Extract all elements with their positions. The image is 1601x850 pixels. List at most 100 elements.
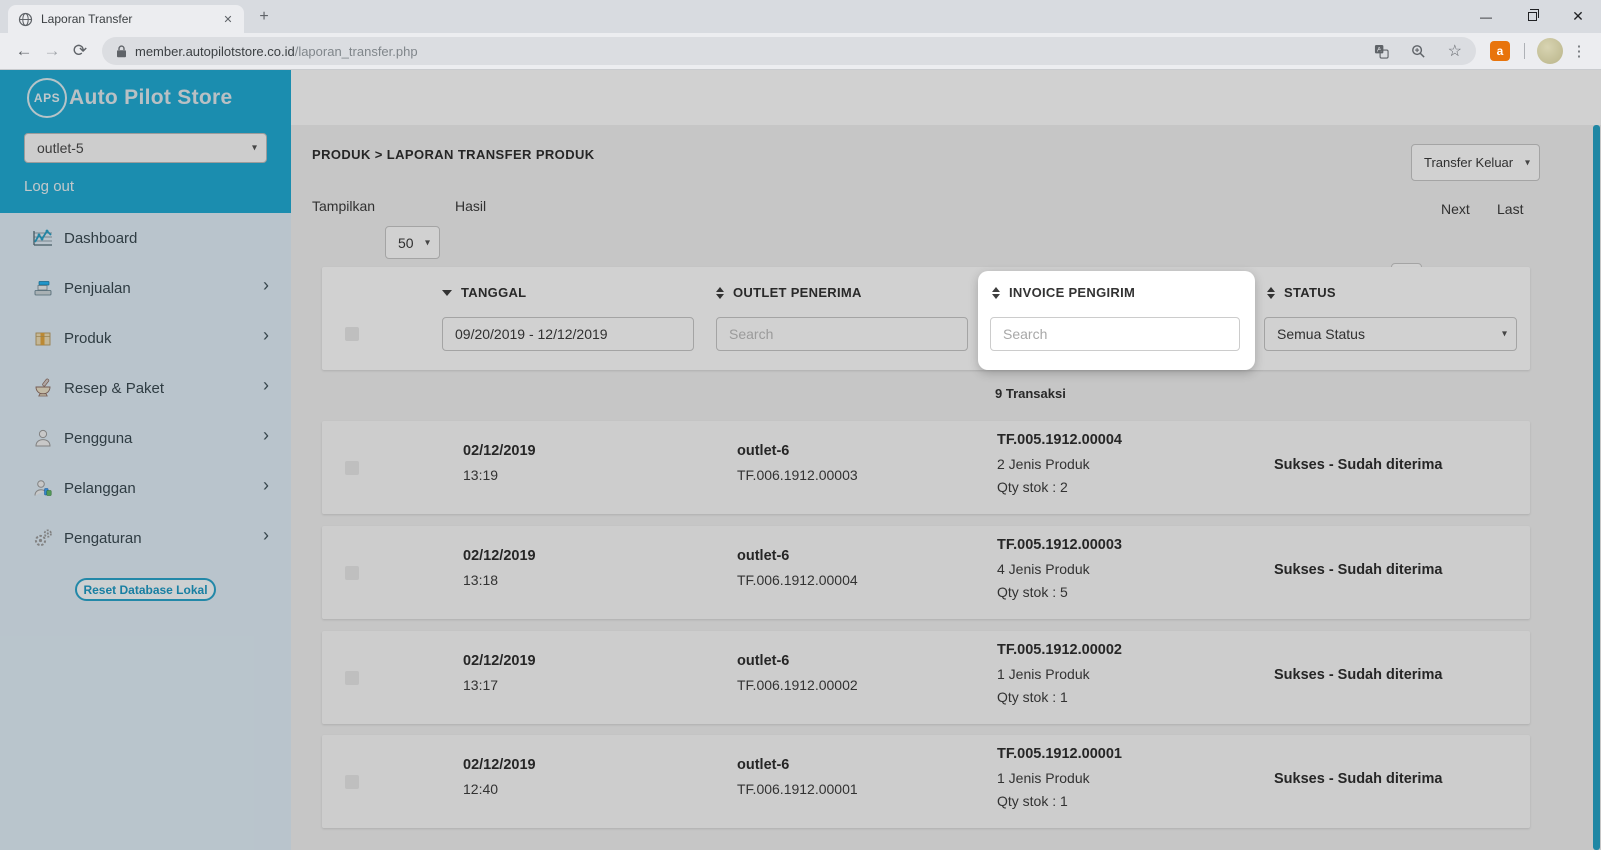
mortar-icon <box>30 375 56 401</box>
row-item-count: 4 Jenis Produk <box>997 561 1090 577</box>
sidebar-menu: Dashboard Penjualan › Produk › <box>0 213 291 563</box>
sidebar-item-label: Pelanggan <box>64 480 136 497</box>
table-row[interactable]: 02/12/2019 13:18 outlet-6 TF.006.1912.00… <box>322 526 1530 619</box>
translate-icon[interactable]: A <box>1374 44 1389 59</box>
status-filter-select[interactable]: Semua Status ▾ <box>1264 317 1517 351</box>
sidebar-item-resep-paket[interactable]: Resep & Paket › <box>0 363 291 413</box>
app-top-bar <box>291 70 1601 125</box>
table-row[interactable]: 02/12/2019 13:17 outlet-6 TF.006.1912.00… <box>322 631 1530 724</box>
outlet-select[interactable]: outlet-5 ▾ <box>24 133 267 163</box>
row-item-count: 1 Jenis Produk <box>997 770 1090 786</box>
dashboard-icon <box>30 225 56 251</box>
window-restore-button[interactable] <box>1509 0 1555 33</box>
sidebar-item-produk[interactable]: Produk › <box>0 313 291 363</box>
sidebar-item-pengaturan[interactable]: Pengaturan › <box>0 513 291 563</box>
sort-icon[interactable] <box>992 287 1000 299</box>
transfer-type-select[interactable]: Transfer Keluar ▾ <box>1411 144 1540 181</box>
bookmark-star-icon[interactable]: ☆ <box>1448 41 1462 61</box>
address-bar[interactable]: member.autopilotstore.co.id/laporan_tran… <box>102 37 1476 65</box>
sidebar-item-label: Penjualan <box>64 280 131 297</box>
browser-tab[interactable]: Laporan Transfer ✕ <box>8 5 244 33</box>
web-page: APS Auto Pilot Store outlet-5 ▾ Log out … <box>0 70 1601 850</box>
row-outlet: outlet-6 <box>737 653 789 669</box>
sidebar-item-label: Pengguna <box>64 430 132 447</box>
profile-avatar[interactable] <box>1537 38 1563 64</box>
row-qty: Qty stok : 5 <box>997 584 1068 600</box>
column-header-invoice-pengirim[interactable]: INVOICE PENGIRIM <box>992 285 1135 300</box>
row-time: 13:18 <box>463 572 498 588</box>
aps-logo: APS <box>27 78 67 118</box>
row-checkbox[interactable] <box>345 566 359 580</box>
browser-toolbar: ← → ⟳ member.autopilotstore.co.id/lapora… <box>0 33 1601 70</box>
column-header-status[interactable]: STATUS <box>1267 285 1336 300</box>
row-time: 12:40 <box>463 781 498 797</box>
row-outlet-invoice: TF.006.1912.00001 <box>737 781 858 797</box>
column-header-outlet-penerima[interactable]: OUTLET PENERIMA <box>716 285 862 300</box>
reload-button[interactable]: ⟳ <box>66 41 94 61</box>
window-close-button[interactable]: ✕ <box>1555 0 1601 33</box>
table-row[interactable]: 02/12/2019 12:40 outlet-6 TF.006.1912.00… <box>322 735 1530 828</box>
select-all-checkbox[interactable] <box>345 327 359 341</box>
url-text: member.autopilotstore.co.id/laporan_tran… <box>135 44 418 59</box>
customer-icon <box>30 475 56 501</box>
sort-icon[interactable] <box>1267 287 1275 299</box>
back-button[interactable]: ← <box>10 41 38 61</box>
chevron-right-icon: › <box>263 375 269 396</box>
row-checkbox[interactable] <box>345 461 359 475</box>
page-size-select[interactable]: 50 ▾ <box>385 226 440 259</box>
sidebar-item-label: Produk <box>64 330 112 347</box>
transaction-count: 9 Transaksi <box>995 386 1066 401</box>
row-outlet: outlet-6 <box>737 757 789 773</box>
chevron-right-icon: › <box>263 425 269 446</box>
main-content: PRODUK > LAPORAN TRANSFER PRODUK Transfe… <box>291 70 1601 850</box>
column-header-tanggal[interactable]: TANGGAL <box>442 285 526 300</box>
page-scrollbar[interactable] <box>1593 125 1600 850</box>
new-tab-button[interactable]: + <box>252 6 276 28</box>
forward-button[interactable]: → <box>38 41 66 61</box>
row-date: 02/12/2019 <box>463 548 536 564</box>
row-status: Sukses - Sudah diterima <box>1274 667 1442 683</box>
row-time: 13:19 <box>463 467 498 483</box>
extension-bag-icon[interactable]: a <box>1490 41 1510 61</box>
caret-down-icon: ▾ <box>252 143 257 154</box>
row-checkbox[interactable] <box>345 775 359 789</box>
reset-database-button[interactable]: Reset Database Lokal <box>75 578 216 601</box>
last-page-link[interactable]: Last <box>1497 201 1523 217</box>
date-range-input[interactable] <box>442 317 694 351</box>
chevron-right-icon: › <box>263 475 269 496</box>
gear-icon <box>30 525 56 551</box>
sidebar-item-label: Resep & Paket <box>64 380 164 397</box>
sidebar: APS Auto Pilot Store outlet-5 ▾ Log out … <box>0 70 291 850</box>
window-minimize-button[interactable]: — <box>1463 0 1509 33</box>
row-qty: Qty stok : 1 <box>997 793 1068 809</box>
row-outlet-invoice: TF.006.1912.00002 <box>737 677 858 693</box>
outlet-search-input[interactable] <box>716 317 968 351</box>
sort-icon[interactable] <box>716 287 724 299</box>
sort-desc-icon[interactable] <box>442 290 452 296</box>
breadcrumb: PRODUK > LAPORAN TRANSFER PRODUK <box>312 147 595 162</box>
row-checkbox[interactable] <box>345 671 359 685</box>
tab-close-icon[interactable]: ✕ <box>220 11 236 27</box>
sidebar-item-label: Dashboard <box>64 230 137 247</box>
sidebar-item-pengguna[interactable]: Pengguna › <box>0 413 291 463</box>
row-status: Sukses - Sudah diterima <box>1274 771 1442 787</box>
sidebar-item-penjualan[interactable]: Penjualan › <box>0 263 291 313</box>
zoom-icon[interactable] <box>1411 44 1426 59</box>
row-date: 02/12/2019 <box>463 757 536 773</box>
next-page-link[interactable]: Next <box>1441 201 1470 217</box>
caret-down-icon: ▾ <box>1525 157 1530 168</box>
row-invoice: TF.005.1912.00003 <box>997 537 1122 553</box>
row-outlet-invoice: TF.006.1912.00003 <box>737 467 858 483</box>
row-qty: Qty stok : 2 <box>997 479 1068 495</box>
table-row[interactable]: 02/12/2019 13:19 outlet-6 TF.006.1912.00… <box>322 421 1530 514</box>
row-date: 02/12/2019 <box>463 653 536 669</box>
sidebar-item-pelanggan[interactable]: Pelanggan › <box>0 463 291 513</box>
browser-menu-icon[interactable]: ⋮ <box>1567 42 1591 60</box>
sidebar-item-dashboard[interactable]: Dashboard <box>0 213 291 263</box>
logout-link[interactable]: Log out <box>24 178 74 195</box>
tab-strip: Laporan Transfer ✕ + — ✕ <box>0 0 1601 33</box>
row-date: 02/12/2019 <box>463 443 536 459</box>
invoice-search-input[interactable] <box>990 317 1240 351</box>
row-qty: Qty stok : 1 <box>997 689 1068 705</box>
caret-down-icon: ▾ <box>1502 329 1507 340</box>
